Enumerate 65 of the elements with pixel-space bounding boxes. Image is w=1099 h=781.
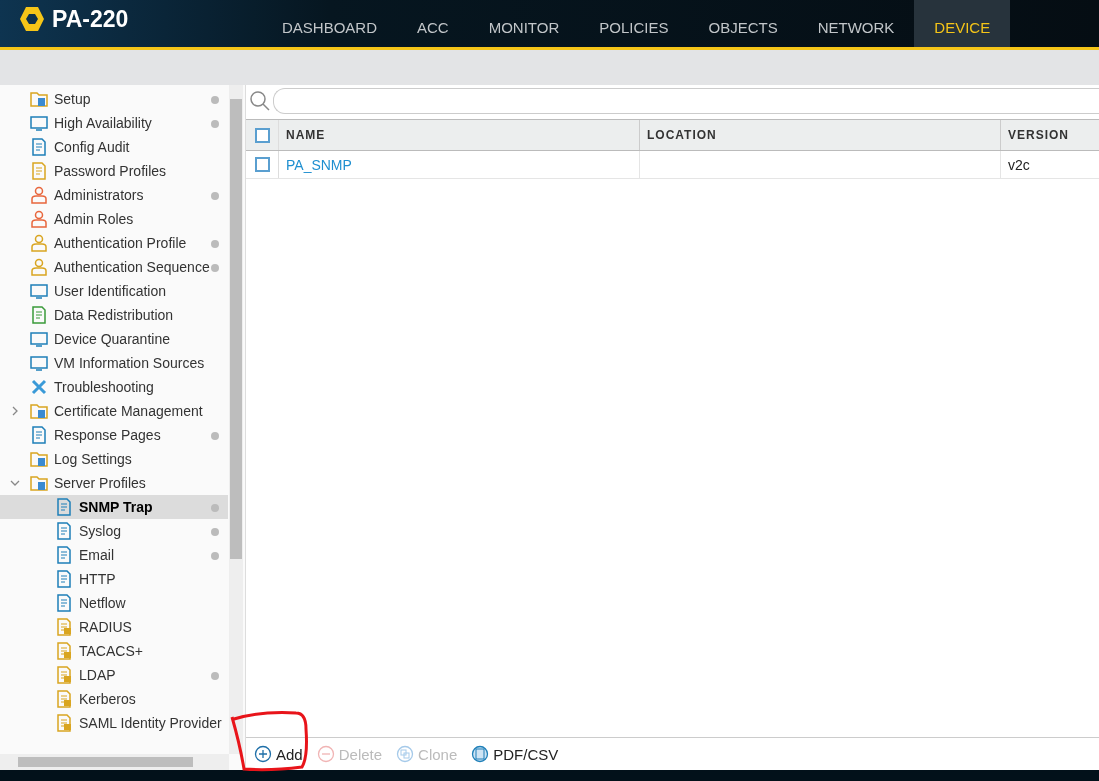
folder-icon [30,474,48,492]
nav-tab[interactable]: DEVICE [914,0,1011,47]
tree-item[interactable]: Setup [0,87,228,111]
tree-item[interactable]: Config Audit [0,135,228,159]
plus-icon [254,745,272,763]
person-icon [30,186,48,204]
tree-item[interactable]: Admin Roles [0,207,228,231]
tree-item[interactable]: Kerberos [0,687,228,711]
tree-item[interactable]: User Identification [0,279,228,303]
tree-item[interactable]: Device Quarantine [0,327,228,351]
minus-icon [316,745,335,763]
caret-icon[interactable] [10,478,20,488]
logo-icon [18,5,46,33]
copy-icon [396,745,415,763]
search-icon[interactable] [249,90,271,112]
folder-icon [30,90,48,108]
pdf-button[interactable]: PDF/CSV [469,743,561,765]
tree-item[interactable]: Authentication Profile [0,231,228,255]
person-icon [30,234,48,252]
table-cell: v2c [1008,156,1030,173]
column-header[interactable]: NAME [279,120,640,150]
checkbox[interactable] [254,127,270,143]
tree-item[interactable]: Authentication Sequence [0,255,228,279]
column-header[interactable]: VERSION [1001,120,1099,150]
nav-tab[interactable]: POLICIES [579,0,689,47]
tree-item[interactable]: High Availability [0,111,228,135]
tree-item[interactable]: Administrators [0,183,228,207]
tree-item[interactable]: Email [0,543,228,567]
monitor-icon [30,354,48,372]
tree-item[interactable]: Troubleshooting [0,375,228,399]
tree-item[interactable]: Data Redistribution [0,303,228,327]
checkbox[interactable] [254,157,270,172]
folder-icon [30,402,48,420]
tree-item[interactable]: Netflow [0,591,228,615]
caret-icon[interactable] [10,406,20,416]
name-link[interactable]: PA_SNMP [286,156,352,173]
tree-item[interactable]: VM Information Sources [0,351,228,375]
monitor-icon [30,330,48,348]
nav-tab[interactable]: DASHBOARD [262,0,398,47]
search-field[interactable] [273,88,1099,114]
folder-icon [30,450,48,468]
tree-item[interactable]: Password Profiles [0,159,228,183]
tree-item[interactable]: RADIUS [0,615,228,639]
tree-item[interactable]: Response Pages [0,423,228,447]
tree-item[interactable]: SNMP Trap [0,495,228,519]
tree-item[interactable]: HTTP [0,567,228,591]
nav-tab[interactable]: OBJECTS [688,0,798,47]
tree-item[interactable]: Log Settings [0,447,228,471]
tree-item[interactable]: Server Profiles [0,471,228,495]
nav-tab[interactable]: ACC [397,0,469,47]
column-header[interactable]: LOCATION [640,120,1001,150]
wrench-icon [30,378,48,396]
tree-item[interactable]: SAML Identity Provider [0,711,228,735]
add-button[interactable]: Add [252,743,305,765]
person-icon [30,258,48,276]
scrollbar[interactable] [0,754,229,770]
tree-item[interactable]: TACACS+ [0,639,228,663]
product-name: PA-220 [52,5,129,33]
scrollbar[interactable] [229,85,243,754]
nav-tab[interactable]: NETWORK [797,0,915,47]
tree-item[interactable]: Certificate Management [0,399,228,423]
person-icon [30,210,48,228]
tree-item[interactable]: Syslog [0,519,228,543]
nav-tab[interactable]: MONITOR [468,0,580,47]
tree-item[interactable]: LDAP [0,663,228,687]
